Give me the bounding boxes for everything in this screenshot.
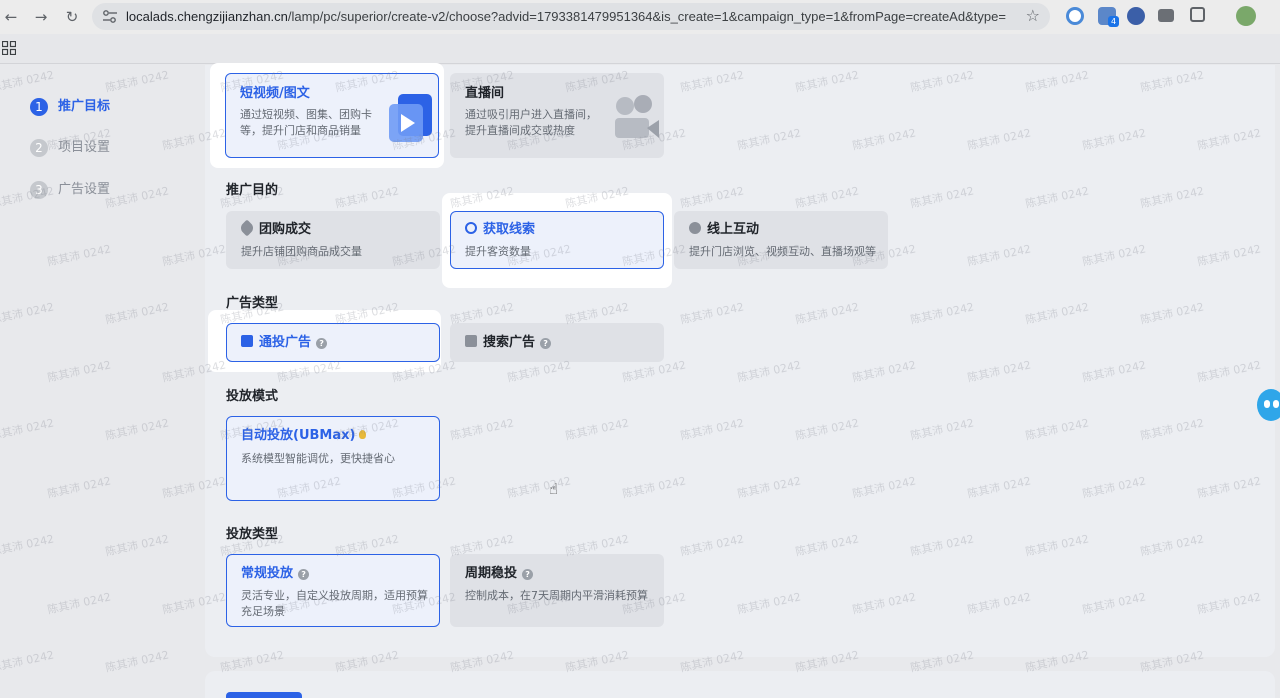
card-title: 自动投放(UBMax) — [241, 428, 356, 443]
help-icon[interactable]: ? — [298, 569, 310, 580]
extensions-puzzle-icon[interactable] — [1190, 7, 1205, 22]
step-number: 2 — [30, 139, 48, 157]
card-desc: 通过短视频、图集、团购卡等，提升门店和商品销量 — [240, 108, 372, 137]
card-title: 搜索广告 — [483, 335, 536, 350]
purpose-card-interaction[interactable]: 线上互动 提升门店浏览、视频互动、直播场观等 — [674, 211, 888, 269]
watermark-text: 陈其沛 0242 — [46, 474, 113, 501]
site-settings-icon[interactable] — [102, 9, 118, 24]
page-content: 1 推广目标 2 项目设置 3 广告设置 短视频/图文 通过短视频、图集、团购卡… — [0, 63, 1280, 698]
assistant-mascot-icon[interactable] — [1257, 389, 1280, 421]
watermark-text: 陈其沛 0242 — [0, 648, 56, 675]
hand-cursor-icon: ☝ — [549, 480, 559, 498]
watermark-text: 陈其沛 0242 — [46, 590, 113, 617]
watermark-text: 陈其沛 0242 — [104, 416, 171, 443]
url-host: localads.chengzijianzhan.cn — [126, 9, 288, 24]
watermark-text: 陈其沛 0242 — [104, 184, 171, 211]
help-icon[interactable]: ? — [316, 338, 328, 349]
search-ad-icon — [465, 335, 477, 347]
ad-type-card-search[interactable]: 搜索广告? — [450, 323, 664, 362]
watermark-text: 陈其沛 0242 — [0, 68, 56, 95]
watermark-text: 陈其沛 0242 — [0, 416, 56, 443]
tag-icon — [238, 219, 256, 237]
watermark-text: 陈其沛 0242 — [0, 300, 56, 327]
card-desc: 系统模型智能调优，更快捷省心 — [241, 452, 395, 465]
purpose-card-group-buy[interactable]: 团购成交 提升店铺团购商品成交量 — [226, 211, 440, 269]
watermark-text: 陈其沛 0242 — [104, 532, 171, 559]
camera-icon[interactable] — [1158, 9, 1174, 22]
section-title-purpose: 推广目的 — [226, 183, 279, 198]
format-card-live[interactable]: 直播间 通过吸引用户进入直播间，提升直播间成交或热度 — [450, 73, 664, 158]
profile-avatar[interactable] — [1236, 6, 1256, 26]
url-text[interactable]: localads.chengzijianzhan.cn/lamp/pc/supe… — [126, 3, 1006, 30]
lightbulb-icon — [359, 430, 367, 439]
interaction-icon — [689, 222, 701, 234]
extension-badge: 4 — [1108, 16, 1119, 27]
step-number: 1 — [30, 98, 48, 116]
next-step-button[interactable] — [226, 692, 302, 698]
section-title-delivery-type: 投放类型 — [226, 527, 279, 542]
link-icon — [465, 222, 477, 234]
card-desc: 通过吸引用户进入直播间，提升直播间成交或热度 — [465, 108, 597, 137]
step-number: 3 — [30, 181, 48, 199]
watermark-text: 陈其沛 0242 — [104, 300, 171, 327]
watermark-text: 陈其沛 0242 — [0, 532, 56, 559]
card-desc: 灵活专业，自定义投放周期，适用预算充足场景 — [241, 589, 428, 618]
general-ad-icon — [241, 335, 253, 347]
card-title: 常规投放 — [241, 566, 294, 581]
card-title: 短视频/图文 — [240, 86, 310, 101]
card-title: 周期稳投 — [465, 566, 518, 581]
footer-panel — [205, 671, 1275, 698]
delivery-card-regular[interactable]: 常规投放? 灵活专业，自定义投放周期，适用预算充足场景 — [226, 554, 440, 627]
card-title: 通投广告 — [259, 335, 312, 350]
card-desc: 控制成本，在7天周期内平滑消耗预算 — [465, 589, 648, 602]
ad-type-card-general[interactable]: 通投广告? — [226, 323, 440, 362]
bookmark-star-icon[interactable]: ☆ — [1026, 6, 1040, 25]
card-title: 团购成交 — [259, 222, 312, 237]
watermark-text: 陈其沛 0242 — [46, 358, 113, 385]
url-path: /lamp/pc/superior/create-v2/choose?advid… — [287, 9, 1006, 24]
apps-grid-icon[interactable] — [2, 41, 16, 55]
card-title: 获取线索 — [483, 222, 536, 237]
reload-icon[interactable]: ↻ — [61, 6, 83, 28]
card-desc: 提升客资数量 — [465, 245, 531, 258]
extension-feather-icon[interactable] — [1127, 7, 1145, 25]
help-icon[interactable]: ? — [522, 569, 534, 580]
card-desc: 提升店铺团购商品成交量 — [241, 245, 362, 258]
mode-card-ubmax[interactable]: 自动投放(UBMax) 系统模型智能调优，更快捷省心 — [226, 416, 440, 501]
card-title: 线上互动 — [707, 222, 760, 237]
bookmarks-bar — [0, 34, 1280, 64]
card-title: 直播间 — [465, 86, 505, 101]
step-label: 推广目标 — [58, 99, 111, 114]
help-icon[interactable]: ? — [540, 338, 552, 349]
section-title-mode: 投放模式 — [226, 389, 279, 404]
format-card-short-video[interactable]: 短视频/图文 通过短视频、图集、团购卡等，提升门店和商品销量 — [225, 73, 439, 158]
video-illustration-icon — [389, 94, 432, 142]
delivery-card-cycle[interactable]: 周期稳投? 控制成本，在7天周期内平滑消耗预算 — [450, 554, 664, 627]
back-icon[interactable]: ← — [0, 6, 22, 28]
card-desc: 提升门店浏览、视频互动、直播场观等 — [689, 245, 876, 258]
step-label: 广告设置 — [58, 182, 111, 197]
watermark-text: 陈其沛 0242 — [104, 648, 171, 675]
watermark-text: 陈其沛 0242 — [46, 242, 113, 269]
address-bar[interactable]: localads.chengzijianzhan.cn/lamp/pc/supe… — [92, 3, 1050, 30]
forward-icon[interactable]: → — [30, 6, 52, 28]
live-illustration-icon — [615, 95, 659, 138]
purpose-card-leads[interactable]: 获取线索 提升客资数量 — [450, 211, 664, 269]
section-title-ad-type: 广告类型 — [226, 296, 279, 311]
watermark-text: 陈其沛 0242 — [104, 68, 171, 95]
browser-toolbar: ← → ↻ localads.chengzijianzhan.cn/lamp/p… — [0, 0, 1280, 34]
extension-ring-icon[interactable] — [1066, 7, 1084, 25]
step-label: 项目设置 — [58, 140, 111, 155]
